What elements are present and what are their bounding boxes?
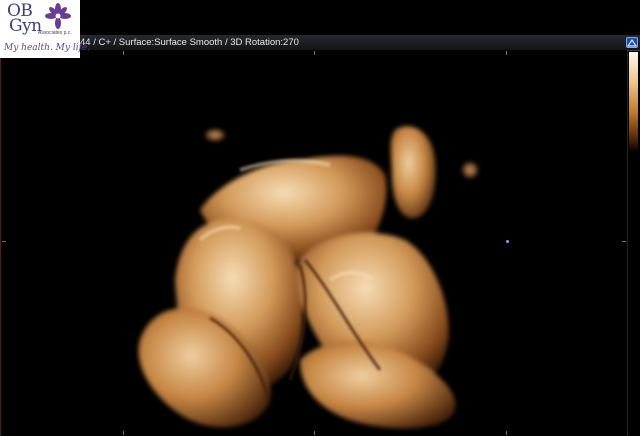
top-bar [0,0,640,34]
viewport-border [627,50,628,436]
color-scale-bar [629,52,638,152]
practice-logo: OB Gyn Associates p.c. My health. My lif… [0,0,90,58]
fetal-face-render [138,126,478,429]
status-text: 44 / C+ / Surface:Surface Smooth / 3D Ro… [80,37,299,48]
logo-tagline: My health. My life. [4,43,91,53]
flower-icon [45,3,71,29]
logo-text-gyn: Gyn [9,16,42,36]
scale-icon[interactable] [626,37,638,48]
